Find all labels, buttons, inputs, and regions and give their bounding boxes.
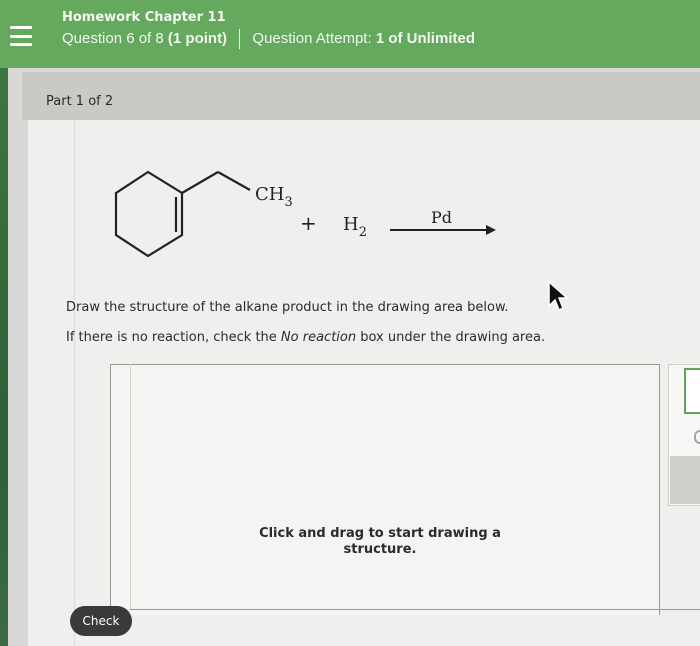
check-button[interactable]: Check: [70, 606, 132, 636]
attempt-label: Question Attempt:: [252, 29, 372, 47]
question-points: (1 point): [167, 29, 228, 47]
drawing-area-bottom-border: [130, 609, 700, 610]
instruction-line-2: If there is no reaction, check the No re…: [66, 330, 545, 345]
side-toolbar-icon: [694, 430, 700, 444]
assignment-header: Homework Chapter 11 Question 6 of 8 (1 p…: [0, 0, 700, 68]
drawing-area[interactable]: [110, 364, 660, 615]
content-divider: [74, 120, 75, 646]
hamburger-menu-icon[interactable]: [10, 26, 32, 46]
attempt-value: 1 of Unlimited: [375, 29, 475, 47]
plus-sign: +: [300, 211, 317, 235]
question-info: Question 6 of 8 (1 point) Question Attem…: [62, 29, 475, 49]
drawing-hint: Click and drag to start drawing a struct…: [230, 526, 530, 558]
instruction-text-start: If there is no reaction, check the: [66, 330, 277, 345]
mouse-pointer-icon: [548, 280, 569, 312]
drawing-hint-line-1: Click and drag to start drawing a: [259, 526, 501, 541]
instruction-text-end: box under the drawing area.: [360, 330, 546, 345]
hydrogen-label: H2: [343, 214, 367, 240]
question-number: Question 6 of 8: [62, 29, 164, 47]
part-label: Part 1 of 2: [46, 94, 114, 109]
instruction-line-1: Draw the structure of the alkane product…: [66, 300, 509, 315]
methylenecyclohexane-structure: [114, 170, 251, 258]
drawing-area-divider: [130, 364, 131, 610]
part-bar: [22, 72, 700, 120]
methyl-label: CH3: [255, 184, 293, 210]
catalyst-label: Pd: [431, 208, 452, 227]
side-toolbar-button[interactable]: [684, 368, 700, 414]
drawing-hint-line-2: structure.: [343, 542, 417, 557]
reaction-scheme: CH3 + H2 Pd: [114, 170, 496, 258]
assignment-title: Homework Chapter 11: [62, 10, 226, 25]
side-toolbar-gray-block: [670, 456, 700, 504]
left-edge-strip: [0, 0, 8, 646]
arrow-head-icon: [486, 225, 496, 235]
header-divider: [239, 29, 241, 49]
no-reaction-text: No reaction: [280, 330, 357, 345]
